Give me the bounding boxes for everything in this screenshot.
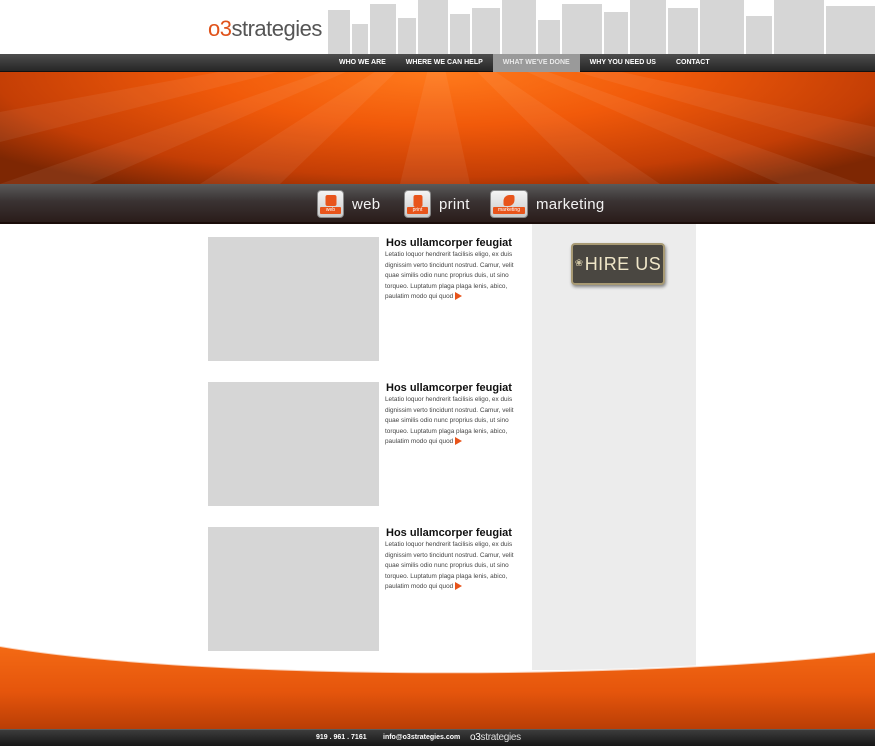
top-navigation: WHO WE ARE WHERE WE CAN HELP WHAT WE'VE … bbox=[0, 54, 875, 72]
footer-wave bbox=[0, 645, 875, 730]
article-item: Hos ullamcorper feugiat Letatio loquor h… bbox=[208, 382, 528, 506]
megaphone-icon: marketing bbox=[490, 190, 528, 218]
header: o3strategies bbox=[0, 0, 875, 54]
service-web[interactable]: web web bbox=[317, 188, 380, 220]
read-more-arrow-icon[interactable] bbox=[455, 292, 463, 301]
logo-text: strategies bbox=[231, 16, 322, 41]
hero-banner bbox=[0, 72, 875, 184]
article-thumbnail[interactable] bbox=[208, 527, 379, 651]
logo-o3: o3 bbox=[208, 16, 232, 41]
service-marketing[interactable]: marketing marketing bbox=[490, 188, 605, 220]
service-marketing-tag: marketing bbox=[493, 207, 525, 214]
flower-icon: ❀ bbox=[574, 258, 584, 269]
footer-phone: 919 . 961 . 7161 bbox=[316, 734, 367, 741]
service-print-label: print bbox=[439, 195, 470, 213]
nav-why-you-need-us[interactable]: WHY YOU NEED US bbox=[580, 54, 666, 72]
article-title[interactable]: Hos ullamcorper feugiat bbox=[386, 527, 512, 539]
nav-what-weve-done[interactable]: WHAT WE'VE DONE bbox=[492, 54, 580, 72]
services-bar: web web print print marketing marketing bbox=[0, 184, 875, 224]
footer-email-link[interactable]: info@o3strategies.com bbox=[383, 730, 460, 746]
service-print[interactable]: print print bbox=[404, 188, 470, 220]
footer-logo: o3strategies bbox=[470, 732, 521, 743]
read-more-arrow-icon[interactable] bbox=[455, 437, 463, 446]
article-body: Letatio loquor hendrerit facilisis eligo… bbox=[385, 395, 525, 448]
article-item: Hos ullamcorper feugiat Letatio loquor h… bbox=[208, 527, 528, 651]
article-thumbnail[interactable] bbox=[208, 382, 379, 506]
article-thumbnail[interactable] bbox=[208, 237, 379, 361]
document-icon: print bbox=[404, 190, 431, 218]
service-web-label: web bbox=[352, 195, 381, 213]
logo[interactable]: o3strategies bbox=[208, 18, 322, 40]
article-title[interactable]: Hos ullamcorper feugiat bbox=[386, 237, 512, 249]
nav-contact[interactable]: CONTACT bbox=[666, 54, 720, 72]
service-marketing-label: marketing bbox=[536, 195, 605, 213]
nav-where-we-can-help[interactable]: WHERE WE CAN HELP bbox=[396, 54, 493, 72]
sunburst-rays bbox=[0, 72, 875, 184]
article-text: Letatio loquor hendrerit facilisis eligo… bbox=[385, 396, 514, 445]
article-body: Letatio loquor hendrerit facilisis eligo… bbox=[385, 540, 525, 593]
article-text: Letatio loquor hendrerit facilisis eligo… bbox=[385, 251, 514, 300]
read-more-arrow-icon[interactable] bbox=[455, 582, 463, 591]
hire-us-label: HIRE US bbox=[584, 254, 662, 274]
sidebar bbox=[532, 224, 696, 670]
article-text: Letatio loquor hendrerit facilisis eligo… bbox=[385, 541, 514, 590]
city-skyline-image bbox=[328, 0, 875, 54]
article-item: Hos ullamcorper feugiat Letatio loquor h… bbox=[208, 237, 528, 361]
service-web-tag: web bbox=[320, 207, 341, 214]
monitor-icon: web bbox=[317, 190, 344, 218]
hire-us-button[interactable]: ❀HIRE US bbox=[571, 243, 665, 285]
footer-bar: 919 . 961 . 7161 info@o3strategies.com o… bbox=[0, 729, 875, 746]
article-body: Letatio loquor hendrerit facilisis eligo… bbox=[385, 250, 525, 303]
service-print-tag: print bbox=[407, 207, 428, 214]
nav-who-we-are[interactable]: WHO WE ARE bbox=[329, 54, 396, 72]
article-title[interactable]: Hos ullamcorper feugiat bbox=[386, 382, 512, 394]
